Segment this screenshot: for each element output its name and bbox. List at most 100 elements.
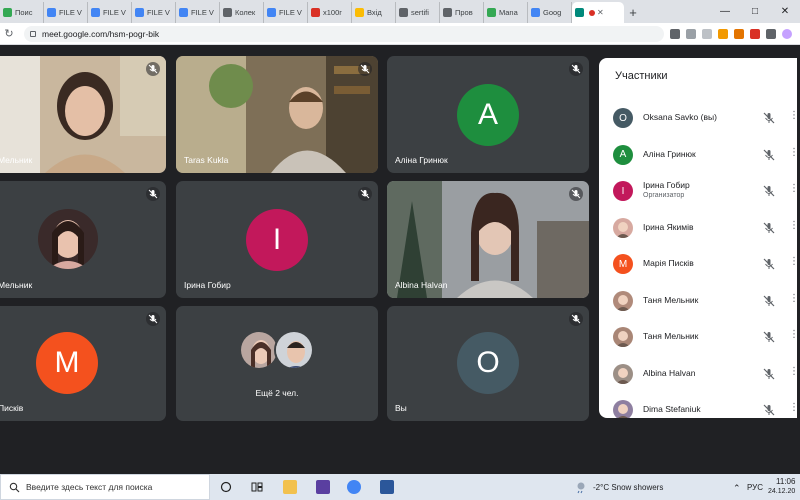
tab-label: Вхід [367,8,382,17]
browser-tab[interactable]: sertifi [396,2,440,23]
puzzle-icon[interactable] [766,28,776,39]
mic-off-icon [569,312,583,326]
close-tab-icon[interactable]: ✕ [597,8,604,17]
participant-role: Организатор [643,192,685,199]
mic-off-icon [146,62,160,76]
participant-row[interactable]: Таня Мельник ⋮ [599,319,797,355]
close-window-button[interactable]: ✕ [770,0,800,23]
reload-icon[interactable]: ↻ [0,27,18,40]
extension-icon[interactable] [718,28,728,39]
participant-name: Марія Писків [643,258,694,268]
tab-favicon-icon [47,8,56,17]
browser-tab[interactable]: FILE V [132,2,176,23]
participant-tile[interactable]: М Писків [0,306,166,421]
browser-tab[interactable]: FILE V [44,2,88,23]
tab-label: x100r [323,8,342,17]
participant-row[interactable]: А Аліна Гринюк ⋮ [599,137,797,173]
store-icon[interactable] [316,480,330,494]
browser-tab[interactable]: Mana [484,2,528,23]
browser-tab-active[interactable]: ✕ [572,2,624,23]
participant-name: Oksana Savko (вы) [643,112,717,122]
pdf-extension-icon[interactable] [750,28,760,39]
more-vert-icon[interactable]: ⋮ [789,110,797,121]
minimize-button[interactable]: — [710,0,740,23]
maximize-button[interactable]: □ [740,0,770,23]
browser-tab[interactable]: Вхід [352,2,396,23]
browser-tab[interactable]: Поис [0,2,44,23]
recording-indicator-icon [589,9,595,16]
tab-label: Mana [499,8,518,17]
participant-tile[interactable]: А Аліна Гринюк [387,56,589,173]
participant-row[interactable]: Таня Мельник ⋮ [599,283,797,319]
chrome-icon[interactable] [347,480,361,494]
participant-avatar [613,400,633,418]
participant-tile[interactable]: Мельник [0,181,166,298]
taskbar-search-placeholder: Введите здесь текст для поиска [26,482,153,492]
participant-avatar: І [613,181,633,201]
tray-chevron-icon[interactable]: ⌃ [733,483,741,494]
participant-row[interactable]: Albina Halvan ⋮ [599,356,797,392]
more-participants-tile[interactable]: Ещё 2 чел. [176,306,378,421]
meet-stage: Мельник Taras Kukla А Аліна Гринюк Мельн… [0,46,800,500]
task-view-icon[interactable] [219,480,233,494]
more-vert-icon[interactable]: ⋮ [789,366,797,377]
more-vert-icon[interactable]: ⋮ [789,293,797,304]
participant-tile[interactable]: І Ірина Гобир [176,181,378,298]
profile-avatar[interactable] [782,28,792,39]
share-icon[interactable] [686,28,696,39]
browser-tab[interactable]: Колек [220,2,264,23]
mic-off-icon [762,184,776,198]
mic-off-icon [762,294,776,308]
browser-tab[interactable]: FILE V [176,2,220,23]
extension-icon[interactable] [734,28,744,39]
participant-row[interactable]: Dima Stefaniuk ⋮ [599,392,797,418]
participant-avatar [613,327,633,347]
language-indicator[interactable]: РУС [747,483,763,492]
more-vert-icon[interactable]: ⋮ [789,183,797,194]
clock-date[interactable]: 24.12.20 [768,488,795,495]
mic-off-icon [762,257,776,271]
tab-favicon-icon [487,8,496,17]
file-explorer-icon[interactable] [283,480,297,494]
participant-avatar [613,217,633,238]
participant-row[interactable]: O Oksana Savko (вы) ⋮ [599,100,797,136]
tab-favicon-icon [531,8,540,17]
participant-tile[interactable]: Мельник [0,56,166,173]
taskbar-search-box[interactable]: Введите здесь текст для поиска [0,474,210,500]
more-vert-icon[interactable]: ⋮ [789,402,797,413]
browser-tab[interactable]: FILE V [264,2,308,23]
tab-favicon-icon [399,8,408,17]
more-vert-icon[interactable]: ⋮ [789,147,797,158]
url-field[interactable]: meet.google.com/hsm-pogr-bik [24,25,664,42]
tab-label: Колек [235,8,256,17]
browser-tab[interactable]: Goog [528,2,572,23]
new-tab-button[interactable]: + [624,2,642,23]
participant-tile[interactable]: Albina Halvan [387,181,589,298]
participant-row[interactable]: М Марія Писків ⋮ [599,246,797,282]
more-vert-icon[interactable]: ⋮ [789,220,797,231]
participant-row[interactable]: Ірина Якимів ⋮ [599,210,797,246]
tab-label: FILE V [59,8,82,17]
clock-time[interactable]: 11:06 [776,477,795,486]
word-icon[interactable] [380,480,394,494]
participant-row[interactable]: І Ірина Гобир Организатор ⋮ [599,173,797,209]
widgets-icon[interactable] [250,480,264,494]
tab-favicon-icon [355,8,364,17]
more-vert-icon[interactable]: ⋮ [789,329,797,340]
browser-tab[interactable]: x100r [308,2,352,23]
camera-indicator-icon[interactable] [670,28,680,39]
weather-text[interactable]: -2°C Snow showers [593,483,663,492]
more-vert-icon[interactable]: ⋮ [789,256,797,267]
browser-tab[interactable]: Пров [440,2,484,23]
mic-off-icon [762,221,776,235]
browser-tab[interactable]: FILE V [88,2,132,23]
self-tile[interactable]: O Вы [387,306,589,421]
participant-photo [274,330,314,370]
tab-label: Goog [543,8,562,17]
participant-name: Мельник [0,155,33,165]
bookmark-star-icon[interactable] [702,28,712,39]
participant-tile[interactable]: Taras Kukla [176,56,378,173]
participant-avatar: І [246,209,308,271]
participant-name: Таня Мельник [643,294,699,305]
tab-label: Пров [455,8,473,17]
